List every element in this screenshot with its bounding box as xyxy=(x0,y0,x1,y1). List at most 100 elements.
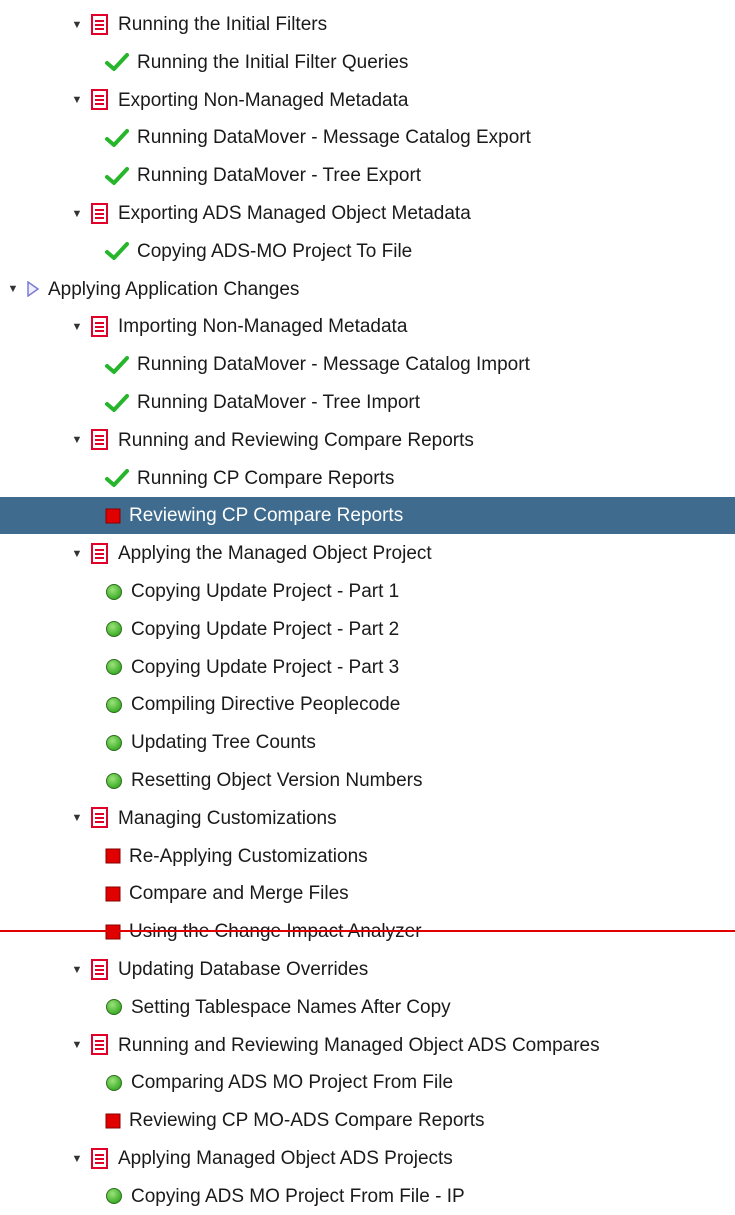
document-icon xyxy=(90,13,110,36)
green-dot-icon xyxy=(105,620,123,638)
tree-item-label: Managing Customizations xyxy=(118,807,337,829)
tree-item-label: Running DataMover - Tree Import xyxy=(137,392,421,413)
red-square-icon xyxy=(105,886,121,902)
tree-item-label: Copying ADS MO Project From File - IP xyxy=(131,1185,465,1207)
tree-step[interactable]: Comparing ADS MO Project From File xyxy=(0,1064,735,1101)
tree-chapter[interactable]: ▼ Running the Initial Filters xyxy=(0,6,735,43)
tree-item-label: Running DataMover - Tree Export xyxy=(137,165,422,187)
tree-item-label: Applying Managed Object ADS Projects xyxy=(118,1148,453,1169)
green-dot-icon xyxy=(105,772,123,790)
tree-item-label: Updating Database Overrides xyxy=(118,959,369,980)
tree-item-label: Running and Reviewing Compare Reports xyxy=(118,429,474,451)
check-icon xyxy=(105,355,129,375)
tree-step[interactable]: Setting Tablespace Names After Copy xyxy=(0,989,735,1026)
document-icon xyxy=(90,315,110,338)
red-square-icon xyxy=(105,508,121,524)
document-icon xyxy=(90,807,110,829)
tree-item-label: Applying Application Changes xyxy=(48,278,300,300)
document-icon xyxy=(90,542,110,565)
red-square-icon xyxy=(105,1113,121,1129)
document-icon xyxy=(90,202,110,225)
tree-step[interactable]: Running DataMover - Tree Export xyxy=(0,157,735,194)
tree-chapter[interactable]: ▼ Exporting Non-Managed Metadata xyxy=(0,82,735,119)
tree-step[interactable]: Copying Update Project - Part 1 xyxy=(0,573,735,610)
tree-step[interactable]: Compiling Directive Peoplecode xyxy=(0,686,735,723)
tree-item-label: Applying the Managed Object Project xyxy=(118,543,432,565)
tree-item-label: Reviewing CP Compare Reports xyxy=(129,505,404,527)
tree-item-label: Compiling Directive Peoplecode xyxy=(131,694,401,716)
divider-line xyxy=(0,930,735,932)
tree-chapter[interactable]: ▼ Running and Reviewing Compare Reports xyxy=(0,422,735,459)
check-icon xyxy=(105,393,129,413)
tree-phase[interactable]: ▼ Applying Application Changes xyxy=(0,271,735,308)
document-icon xyxy=(90,1034,110,1056)
red-square-icon xyxy=(105,848,121,864)
expand-arrow-icon[interactable]: ▼ xyxy=(70,812,84,824)
tree-step[interactable]: Copying Update Project - Part 3 xyxy=(0,649,735,686)
tree-item-label: Running DataMover - Message Catalog Expo… xyxy=(137,127,531,149)
tree-chapter[interactable]: ▼ Applying the Managed Object Project xyxy=(0,535,735,572)
tree-item-label: Copying Update Project - Part 3 xyxy=(131,656,400,678)
tree-step[interactable]: Copying ADS MO Project From File - IP xyxy=(0,1178,735,1215)
tree-item-label: Compare and Merge Files xyxy=(129,883,349,905)
expand-arrow-icon[interactable]: ▼ xyxy=(70,94,84,106)
expand-arrow-icon[interactable]: ▼ xyxy=(70,208,84,220)
document-icon xyxy=(90,1147,110,1170)
green-dot-icon xyxy=(105,998,123,1016)
expand-arrow-icon[interactable]: ▼ xyxy=(70,321,84,333)
tree-chapter[interactable]: ▼ Managing Customizations xyxy=(0,800,735,837)
tree-step[interactable]: Running DataMover - Message Catalog Expo… xyxy=(0,119,735,156)
tree-step[interactable]: Copying ADS-MO Project To File xyxy=(0,233,735,270)
expand-arrow-icon[interactable]: ▼ xyxy=(70,964,84,976)
tree-item-label: Running CP Compare Reports xyxy=(137,467,395,489)
tree-step[interactable]: Reviewing CP Compare Reports xyxy=(0,497,735,535)
document-icon xyxy=(90,89,110,111)
tree-step[interactable]: Copying Update Project - Part 2 xyxy=(0,611,735,648)
green-dot-icon xyxy=(105,734,123,752)
tree-step[interactable]: Running DataMover - Tree Import xyxy=(0,384,735,421)
check-icon xyxy=(105,241,129,261)
document-icon xyxy=(90,958,110,981)
tree-chapter[interactable]: ▼ Exporting ADS Managed Object Metadata xyxy=(0,195,735,232)
tree-chapter[interactable]: ▼ Running and Reviewing Managed Object AD… xyxy=(0,1027,735,1064)
tree-chapter[interactable]: ▼ Updating Database Overrides xyxy=(0,951,735,988)
tree-step[interactable]: Running DataMover - Message Catalog Impo… xyxy=(0,346,735,383)
tree-chapter[interactable]: ▼ Importing Non-Managed Metadata xyxy=(0,308,735,345)
green-dot-icon xyxy=(105,1187,123,1205)
green-dot-icon xyxy=(105,1074,123,1092)
tree-item-label: Setting Tablespace Names After Copy xyxy=(131,996,451,1018)
tree-chapter[interactable]: ▼ Applying Managed Object ADS Projects xyxy=(0,1140,735,1177)
expand-arrow-icon[interactable]: ▼ xyxy=(70,1039,84,1051)
check-icon xyxy=(105,468,129,488)
expand-arrow-icon[interactable]: ▼ xyxy=(6,283,20,295)
tree-item-label: Resetting Object Version Numbers xyxy=(131,770,423,791)
tree-item-label: Exporting Non-Managed Metadata xyxy=(118,89,409,111)
tree-item-label: Running DataMover - Message Catalog Impo… xyxy=(137,354,530,376)
expand-arrow-icon[interactable]: ▼ xyxy=(70,434,84,446)
play-triangle-icon xyxy=(26,281,40,298)
document-icon xyxy=(90,429,110,451)
tree-item-label: Copying ADS-MO Project To File xyxy=(137,240,413,262)
green-dot-icon xyxy=(105,583,123,601)
tree-step[interactable]: Compare and Merge Files xyxy=(0,875,735,912)
expand-arrow-icon[interactable]: ▼ xyxy=(70,19,84,31)
tree-step[interactable]: Resetting Object Version Numbers xyxy=(0,762,735,799)
tree-item-label: Copying Update Project - Part 1 xyxy=(131,581,400,602)
tree-item-label: Updating Tree Counts xyxy=(131,732,316,754)
tree-step[interactable]: Running the Initial Filter Queries xyxy=(0,44,735,81)
tree-item-label: Re-Applying Customizations xyxy=(129,845,368,867)
tree-step[interactable]: Reviewing CP MO-ADS Compare Reports xyxy=(0,1102,735,1139)
green-dot-icon xyxy=(105,696,123,714)
tree-item-label: Running the Initial Filter Queries xyxy=(137,51,409,73)
tree-item-label: Copying Update Project - Part 2 xyxy=(131,618,400,640)
tree-step[interactable]: Re-Applying Customizations xyxy=(0,838,735,875)
tree-item-label: Comparing ADS MO Project From File xyxy=(131,1072,454,1094)
tree-step[interactable]: Running CP Compare Reports xyxy=(0,460,735,497)
tree-item-label: Running the Initial Filters xyxy=(118,14,328,35)
expand-arrow-icon[interactable]: ▼ xyxy=(70,548,84,560)
green-dot-icon xyxy=(105,658,123,676)
check-icon xyxy=(105,52,129,72)
expand-arrow-icon[interactable]: ▼ xyxy=(70,1153,84,1165)
tree-step[interactable]: Updating Tree Counts xyxy=(0,724,735,761)
check-icon xyxy=(105,166,129,186)
